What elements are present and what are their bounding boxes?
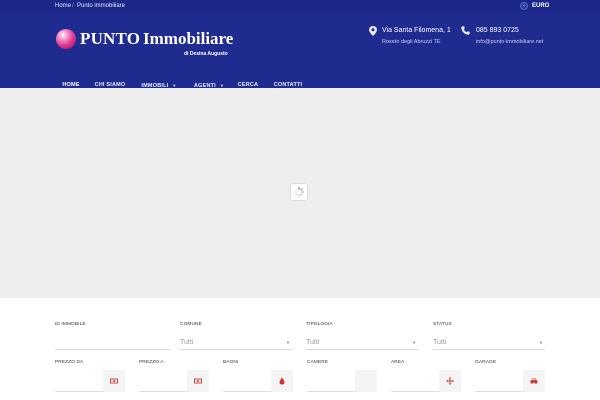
bed-icon	[362, 381, 370, 383]
label-prezzo-da: PREZZO DA	[55, 360, 84, 365]
tipologia-select[interactable]: Tutti ▼	[306, 335, 418, 350]
label-garage: GARAGE	[475, 360, 497, 365]
label-prezzo-a: PREZZO A	[139, 360, 164, 365]
logo-subtitle: di Desina Augusto	[184, 51, 228, 57]
loading-spinner	[291, 184, 307, 200]
bagni-addon	[271, 370, 293, 392]
logo-sphere-icon[interactable]	[56, 29, 76, 49]
label-area: AREA	[391, 360, 405, 365]
breadcrumb-home[interactable]: Home	[55, 1, 71, 11]
label-bagni: BAGNI	[223, 360, 239, 365]
label-tipologia: TIPOLOGIA	[306, 322, 333, 327]
spinner-icon	[294, 187, 304, 197]
phone-number[interactable]: 085 893 0725	[476, 26, 519, 35]
garage-addon	[523, 370, 545, 392]
comune-select[interactable]: Tutti ▼	[180, 335, 292, 350]
chevron-down-icon: ▼	[412, 340, 416, 345]
address-city: Roseto degli Abruzzi TE	[382, 39, 441, 45]
id-immobile-input[interactable]	[55, 335, 170, 350]
label-camere: CAMERE	[307, 360, 329, 365]
label-status: STATUS	[433, 322, 452, 327]
status-select[interactable]: Tutti ▼	[433, 335, 545, 350]
chevron-down-icon: ▼	[539, 340, 543, 345]
breadcrumb-current: Punto immobiliare	[77, 3, 126, 9]
breadcrumb-separator: /	[72, 3, 74, 9]
camere-addon	[355, 370, 377, 392]
expand-arrows-icon	[446, 377, 454, 385]
label-comune: COMUNE	[180, 322, 202, 327]
status-value: Tutti	[433, 339, 447, 346]
prezzo-a-addon	[187, 370, 209, 392]
chevron-left-icon[interactable]: ‹	[520, 2, 528, 10]
chevron-down-icon: ▼	[286, 340, 290, 345]
map-pin-icon	[369, 26, 377, 36]
garage-input[interactable]	[475, 391, 523, 392]
comune-value: Tutti	[180, 339, 194, 346]
logo-word-punto[interactable]: PUNTO	[80, 29, 140, 49]
drop-icon	[279, 377, 285, 385]
phone-icon	[461, 26, 470, 35]
currency-selector[interactable]: EURO	[532, 1, 549, 11]
bagni-input[interactable]	[223, 391, 271, 392]
site-header: PUNTO Immobiliare di Desina Augusto Via …	[0, 12, 600, 100]
camere-input[interactable]	[307, 391, 355, 392]
address-street: Via Santa Filomena, 1	[382, 27, 451, 34]
area-addon	[439, 370, 461, 392]
top-bar: Home / Punto immobiliare ‹ EURO	[0, 0, 600, 12]
car-icon	[530, 378, 538, 384]
label-id-immobile: ID IMMOBILE	[55, 322, 86, 327]
money-icon	[110, 378, 118, 384]
logo-word-immobiliare[interactable]: Immobiliare	[143, 29, 233, 49]
area-input[interactable]	[391, 391, 439, 392]
prezzo-a-input[interactable]	[139, 391, 187, 392]
tipologia-value: Tutti	[306, 339, 320, 346]
money-icon	[194, 378, 202, 384]
email-link[interactable]: info@punto-immobiliare.net	[476, 39, 543, 46]
prezzo-da-addon	[103, 370, 125, 392]
prezzo-da-input[interactable]	[55, 391, 103, 392]
